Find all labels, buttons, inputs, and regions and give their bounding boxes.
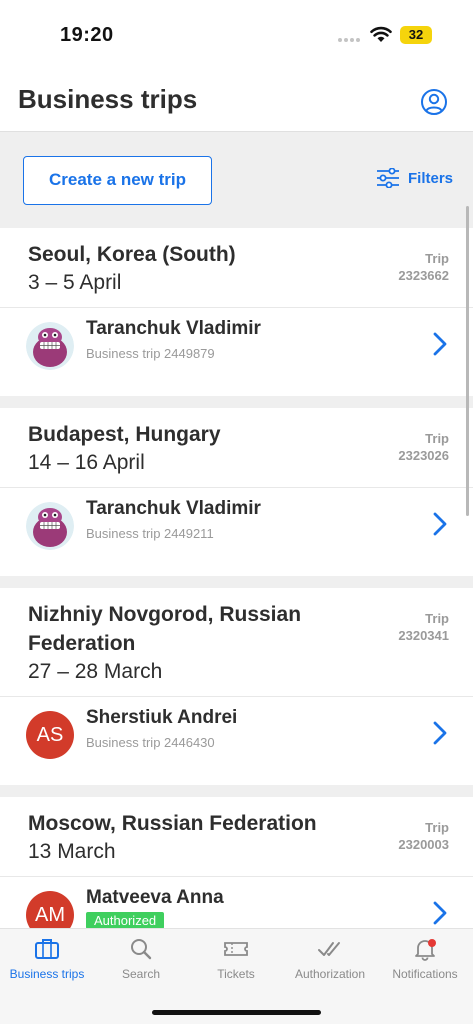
app-header: Business trips	[0, 70, 473, 132]
chevron-right-icon[interactable]	[433, 512, 447, 536]
double-check-icon	[318, 942, 340, 956]
status-bar: 19:20 32	[0, 0, 473, 70]
trip-dates: 14 – 16 April	[28, 451, 145, 474]
cellular-signal-icon	[338, 38, 360, 42]
wifi-icon	[370, 26, 392, 42]
tab-tickets[interactable]: Tickets	[189, 937, 283, 981]
battery-indicator: 32	[400, 26, 432, 44]
trip-city: Budapest, Hungary	[28, 423, 221, 446]
home-indicator	[152, 1010, 321, 1015]
chevron-right-icon[interactable]	[433, 332, 447, 356]
status-badge: Authorized	[86, 912, 165, 929]
trip-card[interactable]: Budapest, Hungary 14 – 16 April Trip 2323…	[0, 408, 473, 588]
trip-card[interactable]: Nizhniy Novgorod, Russian Federation 27 …	[0, 588, 473, 797]
filters-button[interactable]: Filters	[376, 168, 453, 188]
trip-list: Seoul, Korea (South) 3 – 5 April Trip 232…	[0, 228, 473, 977]
trip-id: Trip 2323026	[398, 431, 449, 463]
tab-search[interactable]: Search	[94, 937, 188, 981]
trip-header: Nizhniy Novgorod, Russian Federation 27 …	[0, 588, 473, 697]
traveler-name: Sherstiuk Andrei	[86, 707, 238, 728]
tab-label: Business trips	[9, 967, 85, 981]
chevron-right-icon[interactable]	[433, 901, 447, 925]
traveler-name: Taranchuk Vladimir	[86, 318, 261, 339]
monster-avatar	[26, 322, 74, 370]
tab-label: Authorization	[294, 967, 366, 981]
filters-label: Filters	[408, 169, 454, 187]
business-trip-number: Business trip 2449211	[86, 526, 214, 541]
trip-header: Moscow, Russian Federation 13 March Trip…	[0, 797, 473, 877]
trip-dates: 27 – 28 March	[28, 660, 163, 683]
tab-label: Tickets	[217, 967, 255, 981]
tab-authorization[interactable]: Authorization	[283, 937, 377, 981]
briefcase-icon	[35, 939, 59, 959]
traveler-name: Matveeva Anna	[86, 887, 224, 908]
avatar: AS	[26, 711, 74, 759]
traveler-name: Taranchuk Vladimir	[86, 498, 261, 519]
traveler-row[interactable]: Taranchuk Vladimir Business trip 2449879	[0, 308, 473, 396]
profile-icon[interactable]	[420, 88, 448, 116]
traveler-row[interactable]: AS Sherstiuk Andrei Business trip 244643…	[0, 697, 473, 785]
trip-id: Trip 2323662	[398, 251, 449, 283]
page-title: Business trips	[18, 84, 198, 114]
trip-id: Trip 2320341	[398, 611, 449, 643]
chevron-right-icon[interactable]	[433, 721, 447, 745]
scrollbar[interactable]	[466, 206, 469, 516]
sliders-icon	[377, 168, 399, 188]
trip-dates: 3 – 5 April	[28, 271, 122, 294]
business-trip-number: Business trip 2449879	[86, 346, 215, 361]
trip-card[interactable]: Seoul, Korea (South) 3 – 5 April Trip 232…	[0, 228, 473, 408]
tab-notifications[interactable]: Notifications	[378, 937, 472, 981]
trip-header: Budapest, Hungary 14 – 16 April Trip 2323…	[0, 408, 473, 488]
trip-city: Seoul, Korea (South)	[28, 243, 236, 266]
monster-avatar	[26, 502, 74, 550]
trip-header: Seoul, Korea (South) 3 – 5 April Trip 232…	[0, 228, 473, 308]
tab-label: Search	[121, 967, 161, 981]
traveler-row[interactable]: Taranchuk Vladimir Business trip 2449211	[0, 488, 473, 576]
status-time: 19:20	[60, 24, 114, 46]
tab-business-trips[interactable]: Business trips	[0, 937, 94, 981]
business-trip-number: Business trip 2446430	[86, 735, 215, 750]
bell-icon	[415, 939, 436, 961]
trip-id: Trip 2320003	[398, 820, 449, 852]
ticket-icon	[224, 942, 248, 956]
create-trip-button[interactable]: Create a new trip	[23, 156, 212, 205]
search-icon	[131, 939, 152, 960]
trip-dates: 13 March	[28, 840, 116, 863]
trip-city: Nizhniy Novgorod, Russian Federation	[28, 603, 302, 655]
toolbar: Create a new trip Filters	[0, 132, 473, 228]
trip-city: Moscow, Russian Federation	[28, 812, 317, 835]
tab-label: Notifications	[392, 967, 458, 981]
